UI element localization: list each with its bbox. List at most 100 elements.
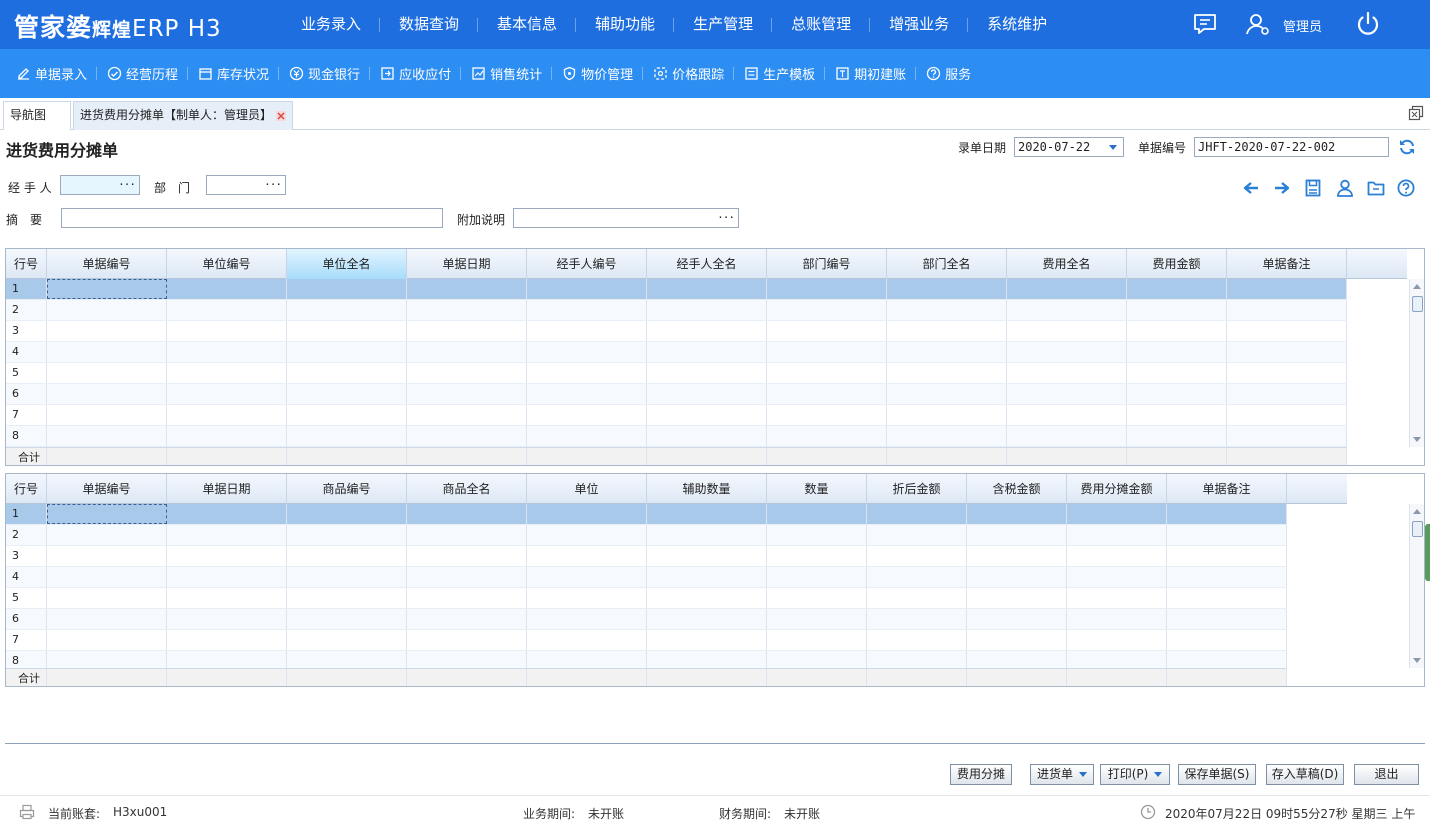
table-cell[interactable]: [1007, 405, 1127, 425]
folder-icon[interactable]: [1367, 179, 1385, 197]
scroll-thumb[interactable]: [1412, 521, 1423, 537]
table-cell[interactable]: [1067, 525, 1167, 545]
table-cell[interactable]: [167, 342, 287, 362]
table-cell[interactable]: [1227, 405, 1347, 425]
side-panel-handle[interactable]: [1425, 524, 1430, 581]
table-cell[interactable]: [167, 426, 287, 446]
table-cell[interactable]: [1007, 363, 1127, 383]
table-cell[interactable]: [887, 300, 1007, 320]
table-cell[interactable]: [1127, 279, 1227, 299]
table-cell[interactable]: [47, 384, 167, 404]
table-cell[interactable]: [647, 546, 767, 566]
column-header[interactable]: 经手人编号: [527, 249, 647, 279]
column-header[interactable]: 行号: [6, 249, 47, 279]
toolbar-item[interactable]: 生产模板: [734, 49, 826, 98]
toolbar-item[interactable]: 应收应付: [370, 49, 462, 98]
handler-field[interactable]: ···: [60, 175, 140, 195]
message-icon[interactable]: [1192, 12, 1218, 36]
table-cell[interactable]: [167, 384, 287, 404]
table-cell[interactable]: [1127, 426, 1227, 446]
table-cell[interactable]: [287, 630, 407, 650]
scroll-down-icon[interactable]: [1413, 437, 1421, 442]
table-cell[interactable]: [767, 384, 887, 404]
vertical-scrollbar[interactable]: [1409, 279, 1424, 447]
save-icon[interactable]: [1304, 179, 1322, 197]
toolbar-item[interactable]: 物价管理: [552, 49, 644, 98]
table-cell[interactable]: [1067, 504, 1167, 524]
allocate-button[interactable]: 费用分摊: [950, 764, 1012, 785]
table-cell[interactable]: [527, 300, 647, 320]
exit-button[interactable]: 退出: [1354, 764, 1419, 785]
table-cell[interactable]: [647, 525, 767, 545]
arrow-right-icon[interactable]: [1273, 179, 1291, 197]
table-cell[interactable]: [967, 504, 1067, 524]
table-cell[interactable]: [527, 405, 647, 425]
table-cell[interactable]: [47, 279, 167, 299]
table-cell[interactable]: [647, 609, 767, 629]
table-cell[interactable]: [1067, 630, 1167, 650]
column-header[interactable]: 单据日期: [167, 474, 287, 504]
power-icon[interactable]: [1354, 10, 1382, 38]
main-nav-item[interactable]: 业务录入: [282, 0, 381, 49]
table-cell[interactable]: [527, 504, 647, 524]
table-cell[interactable]: [527, 321, 647, 341]
tab-navigation[interactable]: 导航图: [3, 101, 71, 130]
extra-field[interactable]: ···: [513, 208, 739, 228]
table-row[interactable]: 7: [6, 405, 1347, 426]
table-cell[interactable]: [167, 588, 287, 608]
table-row[interactable]: 4: [6, 342, 1347, 363]
vertical-scrollbar[interactable]: [1409, 504, 1424, 668]
table-cell[interactable]: [407, 342, 527, 362]
table-cell[interactable]: [287, 609, 407, 629]
table-cell[interactable]: [287, 588, 407, 608]
column-header[interactable]: 部门全名: [887, 249, 1007, 279]
table-cell[interactable]: [1227, 279, 1347, 299]
table-cell[interactable]: [867, 504, 967, 524]
table-cell[interactable]: [647, 405, 767, 425]
table-cell[interactable]: [287, 363, 407, 383]
column-header[interactable]: 单据编号: [47, 474, 167, 504]
table-cell[interactable]: [407, 504, 527, 524]
table-cell[interactable]: [527, 588, 647, 608]
table-cell[interactable]: [1127, 300, 1227, 320]
table-cell[interactable]: [527, 279, 647, 299]
dept-picker-icon[interactable]: ···: [264, 176, 282, 194]
table-cell[interactable]: [867, 588, 967, 608]
table-row[interactable]: 5: [6, 588, 1287, 609]
table-cell[interactable]: [867, 609, 967, 629]
table-cell[interactable]: [407, 567, 527, 587]
table-cell[interactable]: [767, 426, 887, 446]
column-header[interactable]: 折后金额: [867, 474, 967, 504]
print-button[interactable]: 打印(P): [1100, 764, 1170, 785]
column-header[interactable]: 经手人全名: [647, 249, 767, 279]
table-cell[interactable]: [167, 546, 287, 566]
table-cell[interactable]: [527, 630, 647, 650]
table-cell[interactable]: [407, 588, 527, 608]
table-cell[interactable]: [1007, 384, 1127, 404]
table-cell[interactable]: [767, 342, 887, 362]
table-cell[interactable]: [967, 525, 1067, 545]
table-row[interactable]: 7: [6, 630, 1287, 651]
column-header[interactable]: 单据编号: [47, 249, 167, 279]
table-cell[interactable]: [167, 630, 287, 650]
toolbar-item[interactable]: 销售统计: [461, 49, 553, 98]
table-cell[interactable]: [47, 504, 167, 524]
main-nav-item[interactable]: 总账管理: [772, 0, 871, 49]
column-header[interactable]: 含税金额: [967, 474, 1067, 504]
main-nav-item[interactable]: 基本信息: [478, 0, 577, 49]
scroll-up-icon[interactable]: [1413, 284, 1421, 289]
table-cell[interactable]: [47, 342, 167, 362]
refresh-icon[interactable]: [1398, 138, 1416, 156]
table-cell[interactable]: [407, 384, 527, 404]
table-cell[interactable]: [1167, 567, 1287, 587]
table-cell[interactable]: [1127, 342, 1227, 362]
table-cell[interactable]: [47, 363, 167, 383]
table-cell[interactable]: [167, 363, 287, 383]
table-cell[interactable]: [967, 588, 1067, 608]
arrow-left-icon[interactable]: [1242, 179, 1260, 197]
table-cell[interactable]: [407, 279, 527, 299]
scroll-thumb[interactable]: [1412, 296, 1423, 312]
purchase-order-button[interactable]: 进货单: [1030, 764, 1094, 785]
table-cell[interactable]: [1167, 630, 1287, 650]
table-cell[interactable]: [1127, 405, 1227, 425]
